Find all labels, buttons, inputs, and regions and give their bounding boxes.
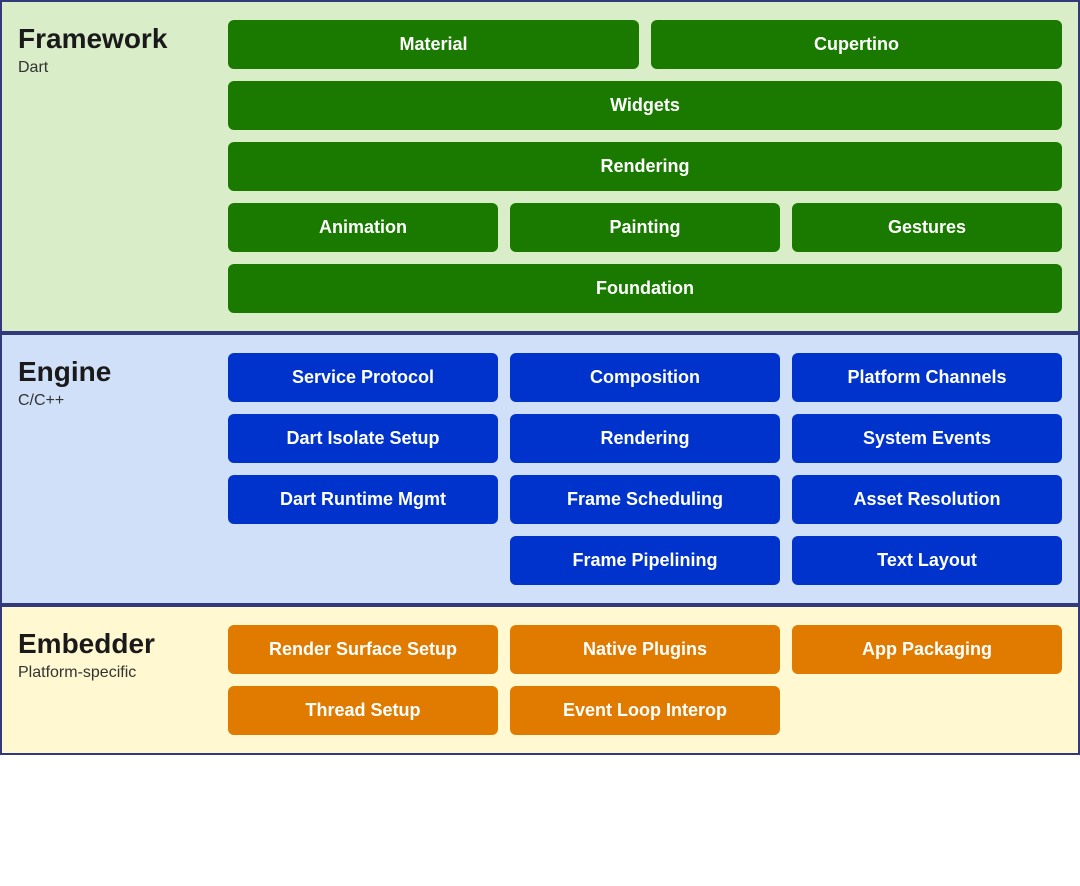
dart-runtime-mgmt-box: Dart Runtime Mgmt	[228, 475, 498, 524]
framework-title: Framework	[18, 24, 228, 55]
embedder-layer: Embedder Platform-specific Render Surfac…	[0, 605, 1080, 755]
framework-content: Material Cupertino Widgets Rendering Ani…	[228, 20, 1062, 313]
engine-title: Engine	[18, 357, 228, 388]
embedder-row-2: Thread Setup Event Loop Interop	[228, 686, 1062, 735]
composition-box: Composition	[510, 353, 780, 402]
rendering-fw-box: Rendering	[228, 142, 1062, 191]
service-protocol-box: Service Protocol	[228, 353, 498, 402]
frame-scheduling-box: Frame Scheduling	[510, 475, 780, 524]
embedder-row-1: Render Surface Setup Native Plugins App …	[228, 625, 1062, 674]
render-surface-setup-box: Render Surface Setup	[228, 625, 498, 674]
engine-row-1: Service Protocol Composition Platform Ch…	[228, 353, 1062, 402]
dart-isolate-setup-box: Dart Isolate Setup	[228, 414, 498, 463]
event-loop-interop-box: Event Loop Interop	[510, 686, 780, 735]
embedder-row2-spacer	[792, 686, 1062, 735]
native-plugins-box: Native Plugins	[510, 625, 780, 674]
rendering-engine-box: Rendering	[510, 414, 780, 463]
engine-row4-spacer	[228, 536, 498, 585]
app-packaging-box: App Packaging	[792, 625, 1062, 674]
embedder-subtitle: Platform-specific	[18, 664, 228, 682]
embedder-content: Render Surface Setup Native Plugins App …	[228, 625, 1062, 735]
material-box: Material	[228, 20, 639, 69]
framework-row-2: Widgets	[228, 81, 1062, 130]
gestures-box: Gestures	[792, 203, 1062, 252]
framework-row-4: Animation Painting Gestures	[228, 203, 1062, 252]
framework-row-5: Foundation	[228, 264, 1062, 313]
framework-subtitle: Dart	[18, 59, 228, 77]
foundation-box: Foundation	[228, 264, 1062, 313]
framework-row-3: Rendering	[228, 142, 1062, 191]
widgets-box: Widgets	[228, 81, 1062, 130]
animation-box: Animation	[228, 203, 498, 252]
engine-label: Engine C/C++	[18, 353, 228, 585]
engine-layer: Engine C/C++ Service Protocol Compositio…	[0, 333, 1080, 605]
asset-resolution-box: Asset Resolution	[792, 475, 1062, 524]
painting-box: Painting	[510, 203, 780, 252]
engine-row-4: Frame Pipelining Text Layout	[228, 536, 1062, 585]
framework-label: Framework Dart	[18, 20, 228, 313]
frame-pipelining-box: Frame Pipelining	[510, 536, 780, 585]
engine-row-2: Dart Isolate Setup Rendering System Even…	[228, 414, 1062, 463]
cupertino-box: Cupertino	[651, 20, 1062, 69]
framework-layer: Framework Dart Material Cupertino Widget…	[0, 0, 1080, 333]
engine-content: Service Protocol Composition Platform Ch…	[228, 353, 1062, 585]
thread-setup-box: Thread Setup	[228, 686, 498, 735]
platform-channels-box: Platform Channels	[792, 353, 1062, 402]
text-layout-box: Text Layout	[792, 536, 1062, 585]
system-events-box: System Events	[792, 414, 1062, 463]
embedder-label: Embedder Platform-specific	[18, 625, 228, 735]
engine-row-3: Dart Runtime Mgmt Frame Scheduling Asset…	[228, 475, 1062, 524]
engine-subtitle: C/C++	[18, 392, 228, 410]
framework-row-1: Material Cupertino	[228, 20, 1062, 69]
embedder-title: Embedder	[18, 629, 228, 660]
